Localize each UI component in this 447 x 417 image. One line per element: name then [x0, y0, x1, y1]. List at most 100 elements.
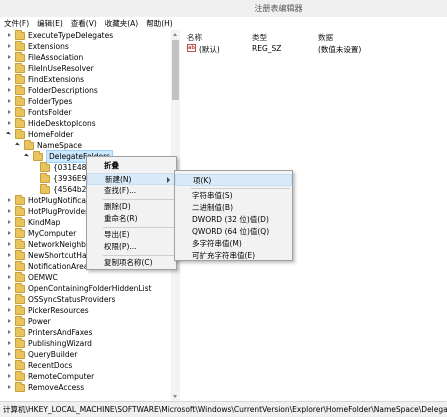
- expander-icon[interactable]: [6, 296, 13, 303]
- expander-icon[interactable]: [6, 340, 13, 347]
- tree-item[interactable]: NetworkNeighbor: [6, 238, 94, 250]
- folder-icon: [15, 106, 25, 117]
- tree-item[interactable]: FileInUseResolver: [6, 62, 94, 74]
- menu-item-copy-key-name[interactable]: 复制项名称(C): [87, 257, 176, 269]
- menu-item-new[interactable]: 新建(N): [87, 173, 176, 185]
- menu-item-new-label: 新建(N): [105, 175, 132, 184]
- column-header-name[interactable]: 名称: [187, 32, 202, 43]
- tree-item[interactable]: Extensions: [6, 40, 69, 52]
- tree-item[interactable]: MyComputer: [6, 227, 76, 239]
- submenu-item-dword-value[interactable]: DWORD (32 位)值(D): [175, 214, 292, 226]
- submenu-item-key[interactable]: 项(K): [175, 174, 292, 186]
- tree-item[interactable]: PrintersAndFaxes: [6, 326, 92, 338]
- expander-icon[interactable]: [6, 208, 13, 215]
- expander-icon[interactable]: [6, 197, 13, 204]
- folder-icon: [15, 249, 25, 260]
- menu-item-export[interactable]: 导出(E): [87, 229, 176, 241]
- expander-icon[interactable]: [6, 230, 13, 237]
- tree-item[interactable]: NewShortcutHandl: [6, 249, 98, 261]
- folder-icon: [15, 40, 25, 51]
- tree-item[interactable]: RemoveAccess: [6, 381, 84, 393]
- tree-item[interactable]: NotificationArea: [6, 260, 88, 272]
- expander-icon[interactable]: [6, 54, 13, 61]
- expander-icon[interactable]: [6, 120, 13, 127]
- scroll-up-arrow-icon[interactable]: [171, 30, 180, 39]
- folder-icon: [15, 216, 25, 227]
- tree-item[interactable]: OSSyncStatusProviders: [6, 293, 115, 305]
- expander-icon[interactable]: [6, 252, 13, 259]
- expander-icon[interactable]: [6, 109, 13, 116]
- folder-icon: [15, 271, 25, 282]
- expander-icon[interactable]: [6, 318, 13, 325]
- menu-help[interactable]: 帮助(H): [146, 18, 173, 29]
- tree-item-homefolder[interactable]: HomeFolder: [6, 128, 73, 140]
- menu-item-delete[interactable]: 删除(D): [87, 201, 176, 213]
- tree-item[interactable]: FindExtensions: [6, 73, 84, 85]
- tree-item[interactable]: ExecuteTypeDelegates: [6, 30, 113, 41]
- folder-icon: [33, 150, 43, 161]
- expander-icon[interactable]: [6, 329, 13, 336]
- tree-item[interactable]: FolderTypes: [6, 95, 72, 107]
- menu-edit[interactable]: 编辑(E): [37, 18, 63, 29]
- menu-view[interactable]: 查看(V): [71, 18, 97, 29]
- submenu-item-multi-string-value[interactable]: 多字符串值(M): [175, 238, 292, 250]
- submenu-item-expandable-string-value[interactable]: 可扩充字符串值(E): [175, 250, 292, 262]
- submenu-item-string-value[interactable]: 字符串值(S): [175, 190, 292, 202]
- tree-item[interactable]: KindMap: [6, 216, 60, 228]
- menu-item-collapse[interactable]: 折叠: [87, 160, 176, 172]
- tree-item[interactable]: HideDesktopIcons: [6, 117, 96, 129]
- submenu-item-qword-value[interactable]: QWORD (64 位)值(Q): [175, 226, 292, 238]
- expander-icon[interactable]: [6, 351, 13, 358]
- tree-item[interactable]: RemoteComputer: [6, 370, 94, 382]
- value-name[interactable]: (默认): [199, 44, 220, 55]
- folder-icon: [15, 227, 25, 238]
- tree-item[interactable]: PickerResources: [6, 304, 89, 316]
- expander-icon[interactable]: [24, 153, 31, 160]
- menu-file[interactable]: 文件(F): [4, 18, 29, 29]
- expander-icon[interactable]: [6, 76, 13, 83]
- expander-icon[interactable]: [6, 98, 13, 105]
- tree-item[interactable]: OpenContainingFolderHiddenList: [6, 282, 151, 294]
- column-header-data[interactable]: 数据: [318, 32, 333, 43]
- expander-icon[interactable]: [15, 142, 22, 149]
- scroll-down-arrow-icon[interactable]: [171, 392, 180, 401]
- expander-icon[interactable]: [6, 65, 13, 72]
- tree-item[interactable]: FileAssociation: [6, 51, 83, 63]
- column-header-type[interactable]: 类型: [252, 32, 267, 43]
- scroll-thumb[interactable]: [172, 40, 179, 100]
- menu-favorites[interactable]: 收藏夹(A): [105, 18, 138, 29]
- tree-item[interactable]: {4564b2: [40, 183, 86, 195]
- expander-icon[interactable]: [6, 274, 13, 281]
- expander-icon[interactable]: [6, 362, 13, 369]
- menu-item-permissions[interactable]: 权限(P)...: [87, 241, 176, 253]
- tree-item[interactable]: FolderDescriptions: [6, 84, 98, 96]
- submenu-item-binary-value[interactable]: 二进制值(B): [175, 202, 292, 214]
- expander-icon[interactable]: [6, 373, 13, 380]
- tree-item[interactable]: {031E482: [40, 161, 91, 173]
- folder-icon: [15, 304, 25, 315]
- tree-item[interactable]: FontsFolder: [6, 106, 71, 118]
- expander-icon[interactable]: [6, 384, 13, 391]
- tree-item[interactable]: {3936E9E: [40, 172, 91, 184]
- tree-item[interactable]: RecentDocs: [6, 359, 72, 371]
- submenu-arrow-icon: [167, 177, 170, 183]
- expander-icon[interactable]: [6, 263, 13, 270]
- tree-item[interactable]: HotPlugNotificatio: [6, 194, 96, 206]
- expander-icon[interactable]: [6, 32, 13, 39]
- folder-icon: [15, 315, 25, 326]
- expander-icon[interactable]: [6, 307, 13, 314]
- expander-icon[interactable]: [6, 241, 13, 248]
- tree-item[interactable]: PublishingWizard: [6, 337, 92, 349]
- tree-item[interactable]: Power: [6, 315, 51, 327]
- tree-item[interactable]: QueryBuilder: [6, 348, 77, 360]
- expander-icon[interactable]: [6, 43, 13, 50]
- menu-item-find[interactable]: 查找(F)...: [87, 185, 176, 197]
- folder-icon: [15, 30, 25, 40]
- expander-icon[interactable]: [6, 131, 13, 138]
- tree-item[interactable]: HotPlugProvider: [6, 205, 88, 217]
- menu-item-rename[interactable]: 重命名(R): [87, 213, 176, 225]
- expander-icon[interactable]: [6, 285, 13, 292]
- expander-icon[interactable]: [6, 87, 13, 94]
- tree-item[interactable]: OEMWC: [6, 271, 58, 283]
- expander-icon[interactable]: [6, 219, 13, 226]
